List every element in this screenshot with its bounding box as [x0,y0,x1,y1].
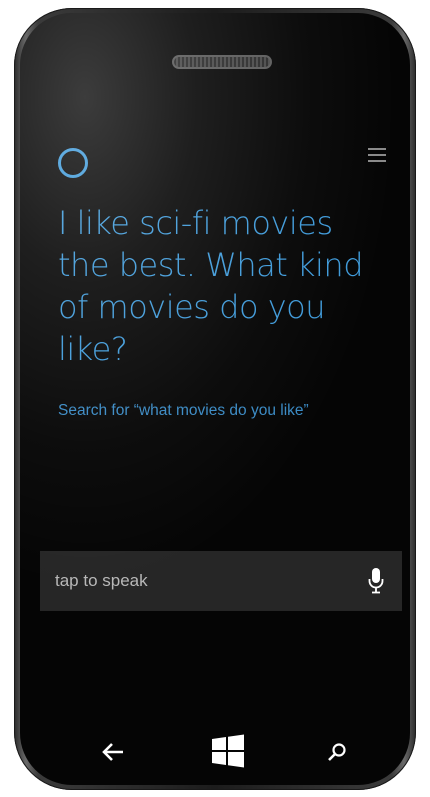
tap-to-speak-label: tap to speak [55,571,148,590]
back-button[interactable] [98,737,128,767]
microphone-icon[interactable] [368,567,384,595]
search-suggestion-link[interactable]: Search for “what movies do you like” [58,402,309,420]
cortana-screen: I like sci-fi movies the best. What kind… [40,118,402,720]
phone-body: I like sci-fi movies the best. What kind… [20,13,410,785]
start-button[interactable] [210,733,246,769]
cortana-response: I like sci-fi movies the best. What kind… [58,204,364,368]
earpiece-speaker [172,55,272,69]
cortana-logo-icon [58,148,88,178]
navigation-bar [40,725,402,775]
back-arrow-icon [102,743,123,761]
search-icon [328,743,346,761]
tap-to-speak-bar[interactable]: tap to speak [40,551,402,611]
windows-logo-icon [212,734,244,768]
search-button[interactable] [322,737,352,767]
phone-frame: I like sci-fi movies the best. What kind… [14,8,416,790]
hamburger-menu-icon[interactable] [368,148,386,162]
